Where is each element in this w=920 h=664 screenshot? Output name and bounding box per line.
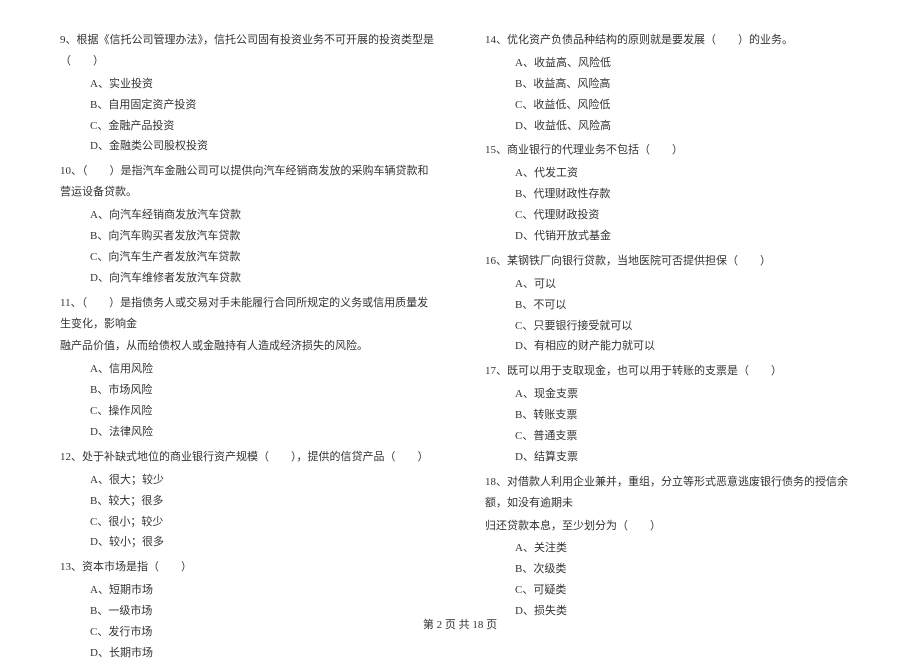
option-a: A、现金支票 xyxy=(485,384,860,405)
question-text: 9、根据《信托公司管理办法》，信托公司固有投资业务不可开展的投资类型是（ ） xyxy=(60,30,435,72)
question-text: 12、处于补缺式地位的商业银行资产规模（ ），提供的信贷产品（ ） xyxy=(60,447,435,468)
option-b: B、不可以 xyxy=(485,295,860,316)
option-c: C、只要银行接受就可以 xyxy=(485,316,860,337)
option-a: A、可以 xyxy=(485,274,860,295)
option-d: D、结算支票 xyxy=(485,447,860,468)
option-c: C、操作风险 xyxy=(60,401,435,422)
option-d: D、长期市场 xyxy=(60,643,435,664)
option-c: C、向汽车生产者发放汽车贷款 xyxy=(60,247,435,268)
question-text: 17、既可以用于支取现金，也可以用于转账的支票是（ ） xyxy=(485,361,860,382)
option-d: D、有相应的财产能力就可以 xyxy=(485,336,860,357)
option-b: B、较大；很多 xyxy=(60,491,435,512)
question-10: 10、（ ）是指汽车金融公司可以提供向汽车经销商发放的采购车辆贷款和营运设备贷款… xyxy=(60,161,435,288)
question-text: 13、资本市场是指（ ） xyxy=(60,557,435,578)
option-a: A、信用风险 xyxy=(60,359,435,380)
option-b: B、向汽车购买者发放汽车贷款 xyxy=(60,226,435,247)
option-a: A、短期市场 xyxy=(60,580,435,601)
option-b: B、收益高、风险高 xyxy=(485,74,860,95)
question-text: 16、某钢铁厂向银行贷款，当地医院可否提供担保（ ） xyxy=(485,251,860,272)
question-17: 17、既可以用于支取现金，也可以用于转账的支票是（ ） A、现金支票 B、转账支… xyxy=(485,361,860,467)
question-text: 10、（ ）是指汽车金融公司可以提供向汽车经销商发放的采购车辆贷款和营运设备贷款… xyxy=(60,161,435,203)
option-a: A、实业投资 xyxy=(60,74,435,95)
option-c: C、收益低、风险低 xyxy=(485,95,860,116)
option-d: D、较小；很多 xyxy=(60,532,435,553)
question-text: 14、优化资产负债品种结构的原则就是要发展（ ）的业务。 xyxy=(485,30,860,51)
option-c: C、很小；较少 xyxy=(60,512,435,533)
option-d: D、向汽车维修者发放汽车贷款 xyxy=(60,268,435,289)
option-b: B、自用固定资产投资 xyxy=(60,95,435,116)
question-12: 12、处于补缺式地位的商业银行资产规模（ ），提供的信贷产品（ ） A、很大；较… xyxy=(60,447,435,553)
question-15: 15、商业银行的代理业务不包括（ ） A、代发工资 B、代理财政性存款 C、代理… xyxy=(485,140,860,246)
option-a: A、代发工资 xyxy=(485,163,860,184)
option-b: B、市场风险 xyxy=(60,380,435,401)
right-column: 14、优化资产负债品种结构的原则就是要发展（ ）的业务。 A、收益高、风险低 B… xyxy=(485,30,860,590)
question-text: 15、商业银行的代理业务不包括（ ） xyxy=(485,140,860,161)
question-11: 11、（ ）是指债务人或交易对手未能履行合同所规定的义务或信用质量发生变化，影响… xyxy=(60,293,435,443)
question-18: 18、对借款人利用企业兼并，重组，分立等形式恶意逃废银行债务的授信余额，如没有逾… xyxy=(485,472,860,622)
option-d: D、代销开放式基金 xyxy=(485,226,860,247)
question-14: 14、优化资产负债品种结构的原则就是要发展（ ）的业务。 A、收益高、风险低 B… xyxy=(485,30,860,136)
option-a: A、关注类 xyxy=(485,538,860,559)
option-a: A、向汽车经销商发放汽车贷款 xyxy=(60,205,435,226)
option-c: C、金融产品投资 xyxy=(60,116,435,137)
question-text: 11、（ ）是指债务人或交易对手未能履行合同所规定的义务或信用质量发生变化，影响… xyxy=(60,293,435,335)
option-d: D、法律风险 xyxy=(60,422,435,443)
option-d: D、金融类公司股权投资 xyxy=(60,136,435,157)
question-continuation: 融产品价值，从而给债权人或金融持有人造成经济损失的风险。 xyxy=(60,336,435,357)
option-c: C、代理财政投资 xyxy=(485,205,860,226)
left-column: 9、根据《信托公司管理办法》，信托公司固有投资业务不可开展的投资类型是（ ） A… xyxy=(60,30,435,590)
option-a: A、收益高、风险低 xyxy=(485,53,860,74)
page-content: 9、根据《信托公司管理办法》，信托公司固有投资业务不可开展的投资类型是（ ） A… xyxy=(60,30,860,590)
question-text: 18、对借款人利用企业兼并，重组，分立等形式恶意逃废银行债务的授信余额，如没有逾… xyxy=(485,472,860,514)
option-b: B、转账支票 xyxy=(485,405,860,426)
option-a: A、很大；较少 xyxy=(60,470,435,491)
option-b: B、次级类 xyxy=(485,559,860,580)
question-continuation: 归还贷款本息，至少划分为（ ） xyxy=(485,516,860,537)
question-16: 16、某钢铁厂向银行贷款，当地医院可否提供担保（ ） A、可以 B、不可以 C、… xyxy=(485,251,860,357)
question-13: 13、资本市场是指（ ） A、短期市场 B、一级市场 C、发行市场 D、长期市场 xyxy=(60,557,435,663)
option-c: C、可疑类 xyxy=(485,580,860,601)
option-c: C、普通支票 xyxy=(485,426,860,447)
page-footer: 第 2 页 共 18 页 xyxy=(0,616,920,632)
option-b: B、代理财政性存款 xyxy=(485,184,860,205)
question-9: 9、根据《信托公司管理办法》，信托公司固有投资业务不可开展的投资类型是（ ） A… xyxy=(60,30,435,157)
option-d: D、收益低、风险高 xyxy=(485,116,860,137)
